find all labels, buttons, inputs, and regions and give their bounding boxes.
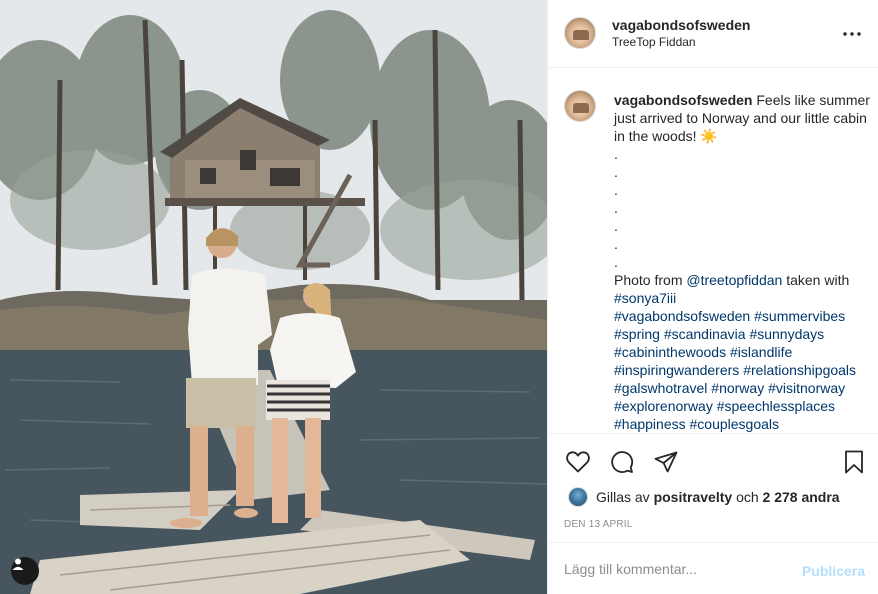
photo-credit-link[interactable]: @treetopfiddan <box>686 272 782 288</box>
post-side-panel: vagabondsofsweden TreeTop Fiddan vagabon… <box>547 0 878 594</box>
hashtag-link[interactable]: #vagabondsofsweden <box>614 308 750 324</box>
hashtag-link[interactable]: #galswhotravel <box>614 380 707 396</box>
action-bar <box>548 433 878 489</box>
hashtag-link[interactable]: #explorenorway <box>614 398 713 414</box>
author-avatar[interactable] <box>564 17 596 49</box>
share-button[interactable] <box>652 448 680 476</box>
share-icon <box>654 451 678 473</box>
likes-summary[interactable]: Gillas av positravelty och 2 278 andra <box>568 487 840 507</box>
bookmark-icon <box>845 450 863 474</box>
caption-dot: . <box>614 218 618 234</box>
hashtag-link[interactable]: #sonya7iii <box>614 290 676 306</box>
hashtag-link[interactable]: #relationshipgoals <box>743 362 856 378</box>
author-username[interactable]: vagabondsofsweden <box>612 17 750 33</box>
caption-username[interactable]: vagabondsofsweden <box>614 92 752 108</box>
caption-text: vagabondsofsweden Feels like summer just… <box>614 91 872 433</box>
post-date[interactable]: DEN 13 APRIL <box>564 519 633 530</box>
liker-avatar[interactable] <box>568 487 588 507</box>
more-options-icon <box>843 32 861 36</box>
like-button[interactable] <box>564 448 592 476</box>
user-tag-button[interactable] <box>11 557 39 585</box>
likes-conjunction: och <box>736 489 759 505</box>
hashtag-link[interactable]: #scandinavia <box>664 326 746 342</box>
comment-form: Publicera <box>548 542 878 594</box>
caption-dot: . <box>614 236 618 252</box>
post-photo[interactable] <box>0 0 547 594</box>
publish-button[interactable]: Publicera <box>802 563 865 579</box>
liker-username[interactable]: positravelty <box>654 489 733 505</box>
post-location[interactable]: TreeTop Fiddan <box>612 35 696 49</box>
post-header: vagabondsofsweden TreeTop Fiddan <box>548 0 878 68</box>
comment-input[interactable] <box>564 557 784 581</box>
hashtag-link[interactable]: #norway <box>711 380 764 396</box>
heart-icon <box>566 451 590 473</box>
caption-dot: . <box>614 146 618 162</box>
comment-icon <box>611 451 634 473</box>
user-tag-icon <box>12 558 24 570</box>
comment-button[interactable] <box>608 448 636 476</box>
caption-credit-line: Photo from @treetopfiddan taken with <box>614 271 872 289</box>
caption-dot: . <box>614 254 618 270</box>
hashtag-link[interactable]: #couplesgoals <box>690 416 780 432</box>
hashtag-link[interactable]: #sunnydays <box>749 326 824 342</box>
likes-prefix: Gillas av <box>596 489 650 505</box>
caption-dot: . <box>614 182 618 198</box>
more-options-button[interactable] <box>840 22 864 46</box>
caption-author-avatar[interactable] <box>564 90 596 122</box>
hashtag-link[interactable]: #visitnorway <box>768 380 845 396</box>
hashtag-link[interactable]: #spring <box>614 326 660 342</box>
hashtag-link[interactable]: #cabininthewoods <box>614 344 726 360</box>
save-button[interactable] <box>840 448 868 476</box>
hashtag-link[interactable]: #summervibes <box>754 308 845 324</box>
caption-taken-with: taken with <box>782 272 850 288</box>
likes-others-count[interactable]: 2 278 andra <box>763 489 840 505</box>
caption-dot: . <box>614 164 618 180</box>
hashtag-link[interactable]: #inspiringwanderers <box>614 362 739 378</box>
caption-area[interactable]: vagabondsofsweden Feels like summer just… <box>548 69 878 433</box>
hashtag-link[interactable]: #speechlessplaces <box>717 398 835 414</box>
caption-photo-from: Photo from <box>614 272 687 288</box>
caption-hashtags: #sonya7iii #vagabondsofsweden #summervib… <box>614 289 872 433</box>
post-photo-illustration <box>0 0 547 594</box>
caption-dot: . <box>614 200 618 216</box>
hashtag-link[interactable]: #happiness <box>614 416 686 432</box>
hashtag-link[interactable]: #islandlife <box>730 344 792 360</box>
